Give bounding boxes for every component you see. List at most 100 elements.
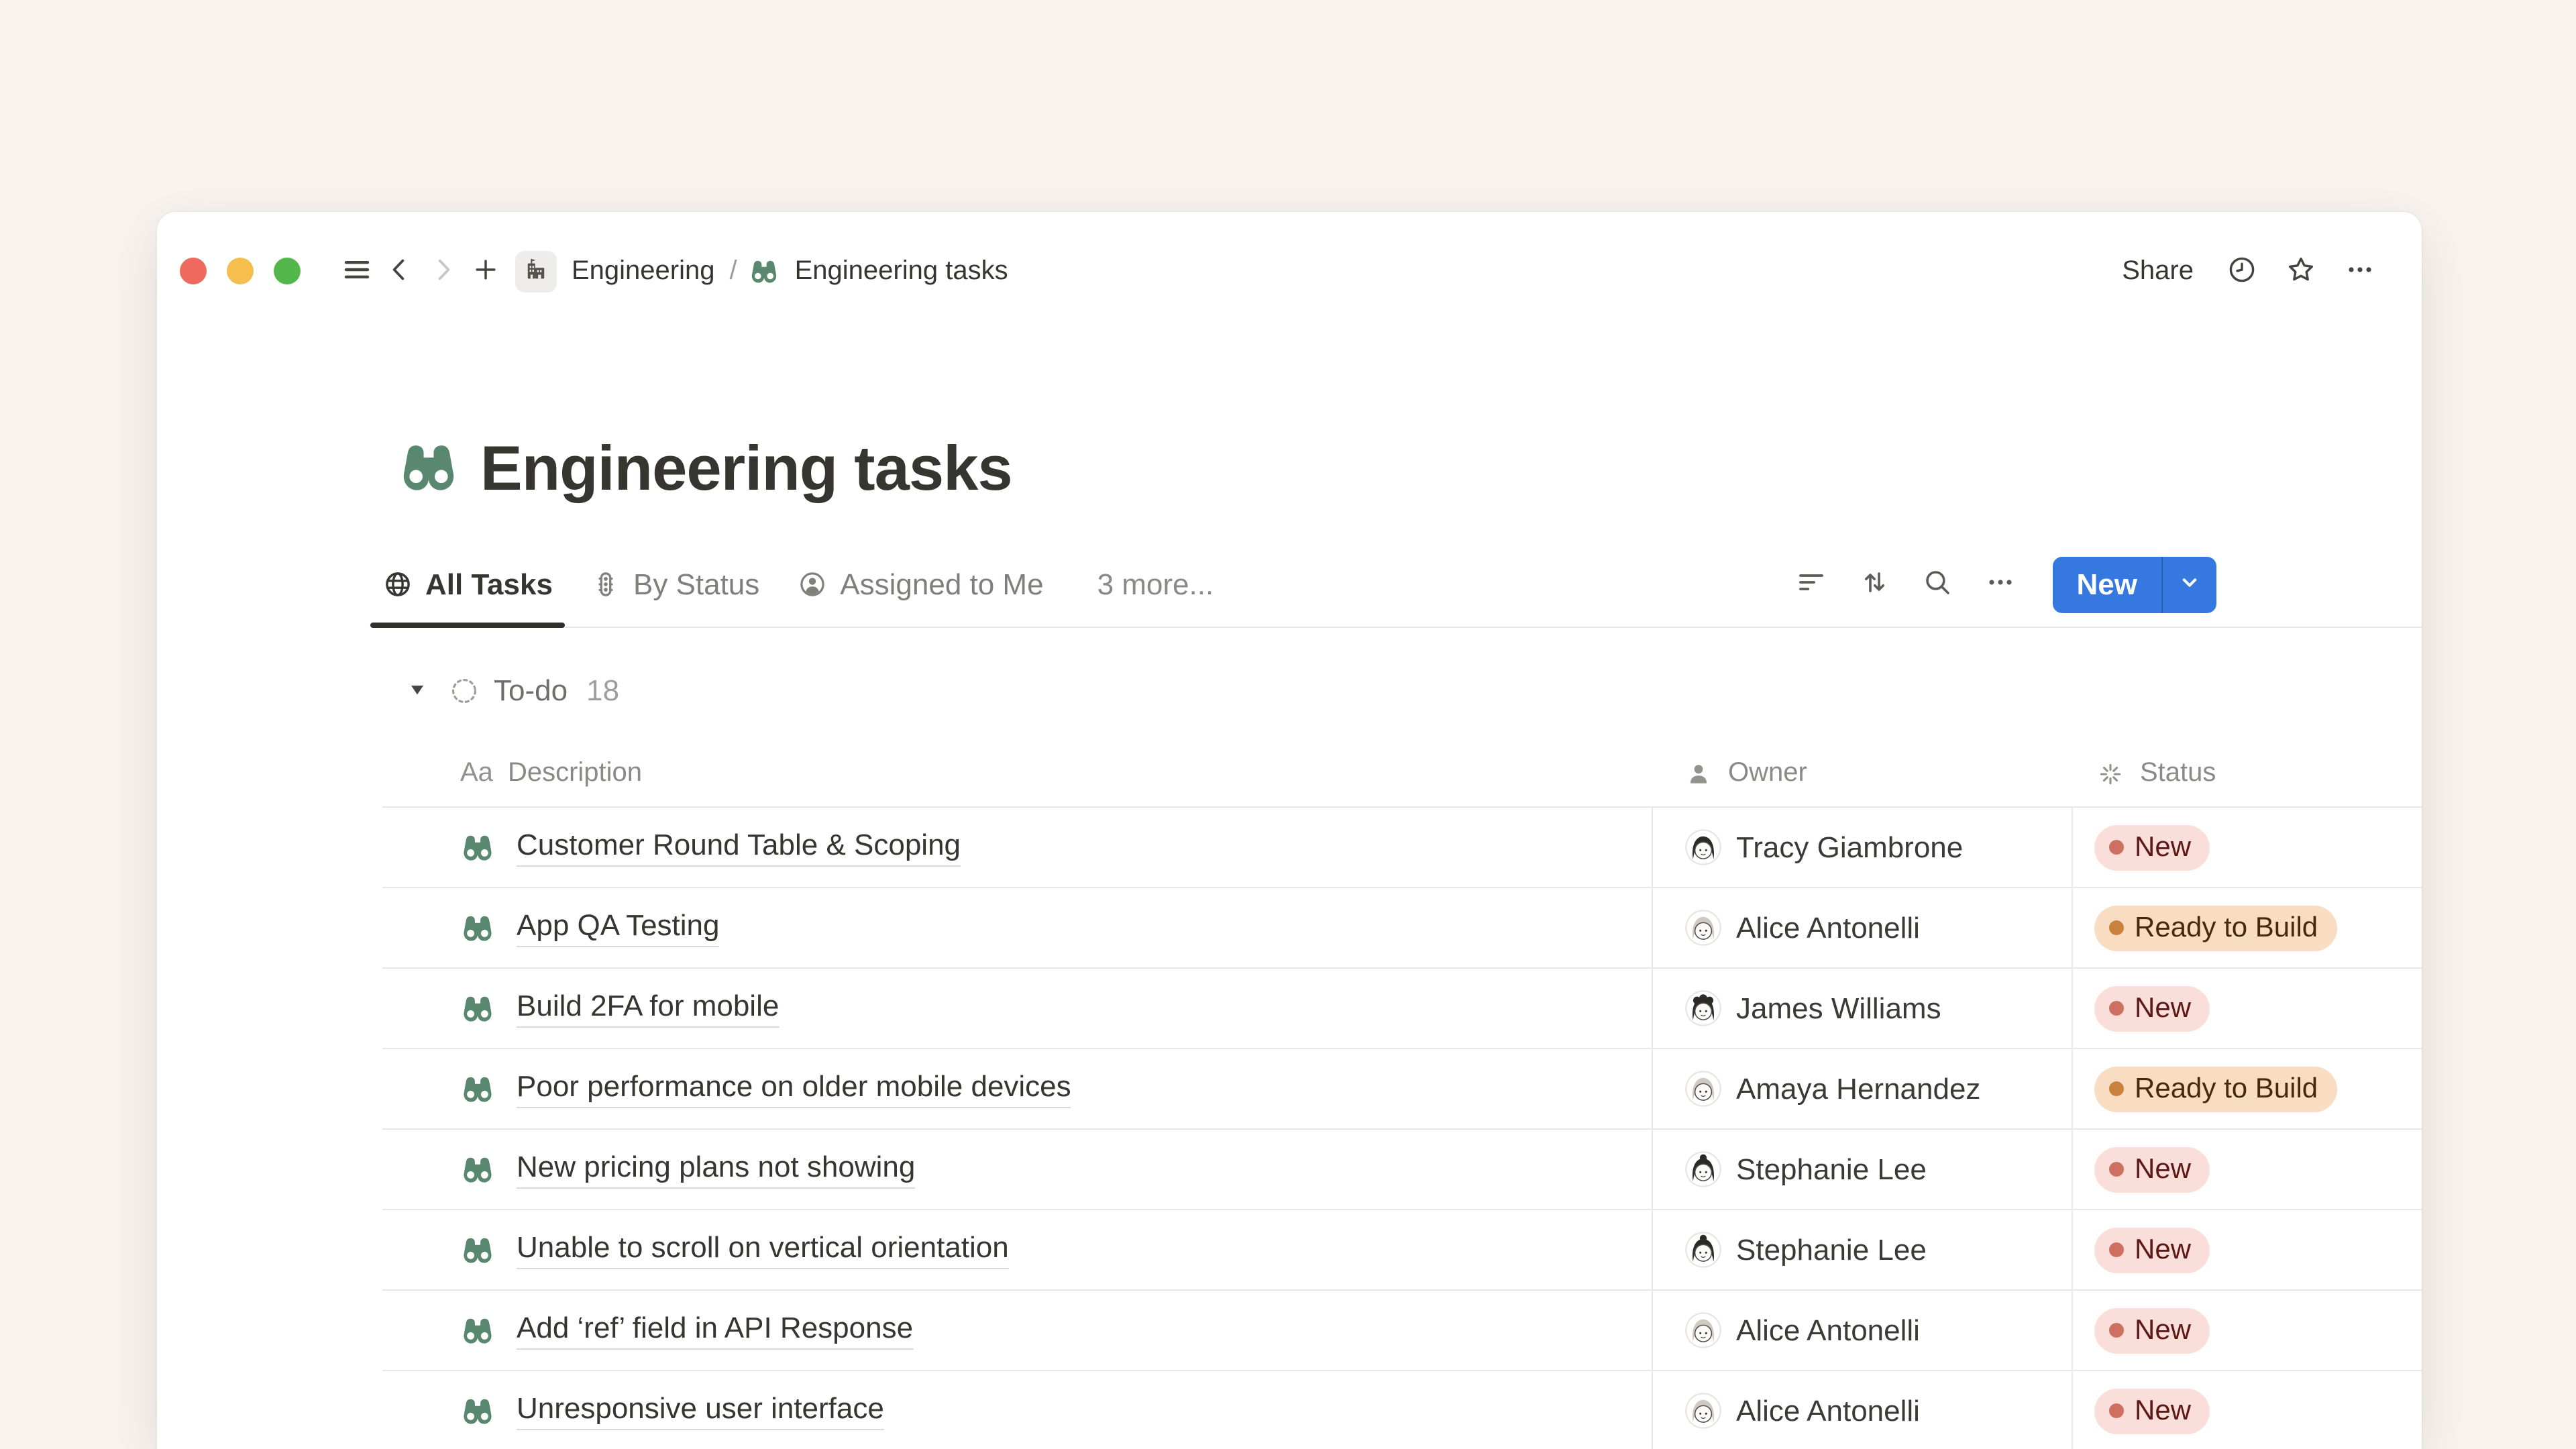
nav-forward-button[interactable] <box>421 250 464 292</box>
zoom-window-button[interactable] <box>274 258 301 284</box>
owner-cell[interactable]: Amaya Hernandez <box>1652 1049 2072 1128</box>
table-row[interactable]: Poor performance on older mobile devices… <box>382 1049 2422 1130</box>
nav-back-button[interactable] <box>378 250 421 292</box>
todo-status-icon <box>448 675 480 707</box>
breadcrumb-page[interactable]: Engineering tasks <box>792 253 1011 289</box>
description-cell[interactable]: Unresponsive user interface <box>382 1371 1652 1449</box>
page-content: Engineering tasks All Tasks By Status As… <box>157 424 2422 1449</box>
tab-assigned-to-me[interactable]: Assigned to Me <box>785 542 1055 627</box>
owner-cell[interactable]: Tracy Giambrone <box>1652 808 2072 887</box>
table-row[interactable]: Add ‘ref’ field in API Response Alice An… <box>382 1291 2422 1371</box>
task-title-link[interactable]: Unable to scroll on vertical orientation <box>517 1230 1009 1269</box>
task-title-link[interactable]: Build 2FA for mobile <box>517 989 779 1028</box>
column-header-description[interactable]: Aa Description <box>382 741 1652 806</box>
globe-icon <box>382 569 413 600</box>
owner-name: Amaya Hernandez <box>1736 1071 1980 1106</box>
task-binoculars-icon <box>460 1232 495 1267</box>
description-cell[interactable]: Poor performance on older mobile devices <box>382 1049 1652 1128</box>
status-cell[interactable]: New <box>2072 969 2422 1048</box>
owner-cell[interactable]: Stephanie Lee <box>1652 1130 2072 1209</box>
column-header-status[interactable]: Status <box>2072 741 2422 806</box>
table-row[interactable]: Build 2FA for mobile James Williams New <box>382 969 2422 1049</box>
status-label: New <box>2135 1314 2191 1346</box>
window-topbar: Engineering / Engineering tasks Share <box>157 212 2422 330</box>
owner-cell[interactable]: Stephanie Lee <box>1652 1210 2072 1289</box>
owner-cell[interactable]: Alice Antonelli <box>1652 1371 2072 1449</box>
task-title-link[interactable]: Customer Round Table & Scoping <box>517 828 961 867</box>
description-cell[interactable]: Add ‘ref’ field in API Response <box>382 1291 1652 1370</box>
owner-avatar <box>1685 1312 1721 1348</box>
breadcrumb-teamspace[interactable]: Engineering <box>569 253 718 289</box>
status-burst-icon <box>2096 759 2125 788</box>
group-name[interactable]: To-do <box>494 674 568 708</box>
tab-label: By Status <box>633 567 759 602</box>
description-cell[interactable]: Customer Round Table & Scoping <box>382 808 1652 887</box>
column-header-owner[interactable]: Owner <box>1652 741 2072 806</box>
new-button[interactable]: New <box>2053 556 2162 612</box>
breadcrumb-separator: / <box>730 256 737 286</box>
filter-button[interactable] <box>1788 561 1834 607</box>
status-cell[interactable]: New <box>2072 1210 2422 1289</box>
description-cell[interactable]: Unable to scroll on vertical orientation <box>382 1210 1652 1289</box>
more-views-button[interactable]: 3 more... <box>1085 542 1226 627</box>
task-title-link[interactable]: Poor performance on older mobile devices <box>517 1069 1071 1108</box>
table-row[interactable]: Customer Round Table & Scoping Tracy Gia… <box>382 808 2422 888</box>
filter-icon <box>1795 566 1827 602</box>
sidebar-toggle-button[interactable] <box>335 250 378 292</box>
notion-app-window: Engineering / Engineering tasks Share En… <box>157 212 2422 1449</box>
favorite-button[interactable] <box>2279 250 2322 292</box>
status-cell[interactable]: Ready to Build <box>2072 1049 2422 1128</box>
task-title-link[interactable]: New pricing plans not showing <box>517 1150 915 1189</box>
minimize-window-button[interactable] <box>227 258 254 284</box>
close-window-button[interactable] <box>180 258 207 284</box>
page-title-row: Engineering tasks <box>382 424 2422 510</box>
task-title-link[interactable]: Unresponsive user interface <box>517 1391 884 1430</box>
status-cell[interactable]: New <box>2072 1371 2422 1449</box>
new-page-button[interactable] <box>464 250 507 292</box>
owner-name: Stephanie Lee <box>1736 1152 1927 1187</box>
status-cell[interactable]: New <box>2072 808 2422 887</box>
ellipsis-icon <box>2344 253 2376 289</box>
group-collapse-toggle[interactable] <box>400 674 435 708</box>
share-button[interactable]: Share <box>2111 250 2204 292</box>
description-cell[interactable]: New pricing plans not showing <box>382 1130 1652 1209</box>
status-badge: New <box>2094 1307 2210 1353</box>
search-button[interactable] <box>1915 561 1960 607</box>
building-icon <box>522 255 550 287</box>
view-options-button[interactable] <box>1978 561 2023 607</box>
owner-cell[interactable]: James Williams <box>1652 969 2072 1048</box>
status-badge: New <box>2094 1227 2210 1273</box>
triangle-down-icon <box>404 676 431 706</box>
column-label: Owner <box>1728 758 1807 789</box>
column-label: Description <box>508 758 642 789</box>
task-binoculars-icon <box>460 1313 495 1348</box>
table-row[interactable]: App QA Testing Alice Antonelli Ready to … <box>382 888 2422 969</box>
task-title-link[interactable]: App QA Testing <box>517 908 720 947</box>
updates-button[interactable] <box>2220 250 2263 292</box>
owner-cell[interactable]: Alice Antonelli <box>1652 1291 2072 1370</box>
status-badge: New <box>2094 985 2210 1031</box>
table-row[interactable]: Unresponsive user interface Alice Antone… <box>382 1371 2422 1449</box>
new-dropdown-button[interactable] <box>2161 556 2216 612</box>
description-cell[interactable]: Build 2FA for mobile <box>382 969 1652 1048</box>
person-icon <box>1684 759 1713 788</box>
description-cell[interactable]: App QA Testing <box>382 888 1652 967</box>
table-row[interactable]: Unable to scroll on vertical orientation… <box>382 1210 2422 1291</box>
owner-name: Alice Antonelli <box>1736 1313 1920 1348</box>
tab-by-status[interactable]: By Status <box>578 542 771 627</box>
more-options-button[interactable] <box>2339 250 2381 292</box>
tab-all-tasks[interactable]: All Tasks <box>370 542 565 627</box>
table-row[interactable]: New pricing plans not showing Stephanie … <box>382 1130 2422 1210</box>
task-title-link[interactable]: Add ‘ref’ field in API Response <box>517 1311 913 1350</box>
view-controls: New <box>1788 556 2217 612</box>
status-label: New <box>2135 1153 2191 1185</box>
owner-name: Stephanie Lee <box>1736 1232 1927 1267</box>
status-cell[interactable]: New <box>2072 1291 2422 1370</box>
chevron-left-icon <box>384 253 416 289</box>
teamspace-icon-button[interactable] <box>515 250 557 292</box>
status-cell[interactable]: Ready to Build <box>2072 888 2422 967</box>
owner-cell[interactable]: Alice Antonelli <box>1652 888 2072 967</box>
status-label: New <box>2135 831 2191 863</box>
sort-button[interactable] <box>1851 561 1897 607</box>
status-cell[interactable]: New <box>2072 1130 2422 1209</box>
